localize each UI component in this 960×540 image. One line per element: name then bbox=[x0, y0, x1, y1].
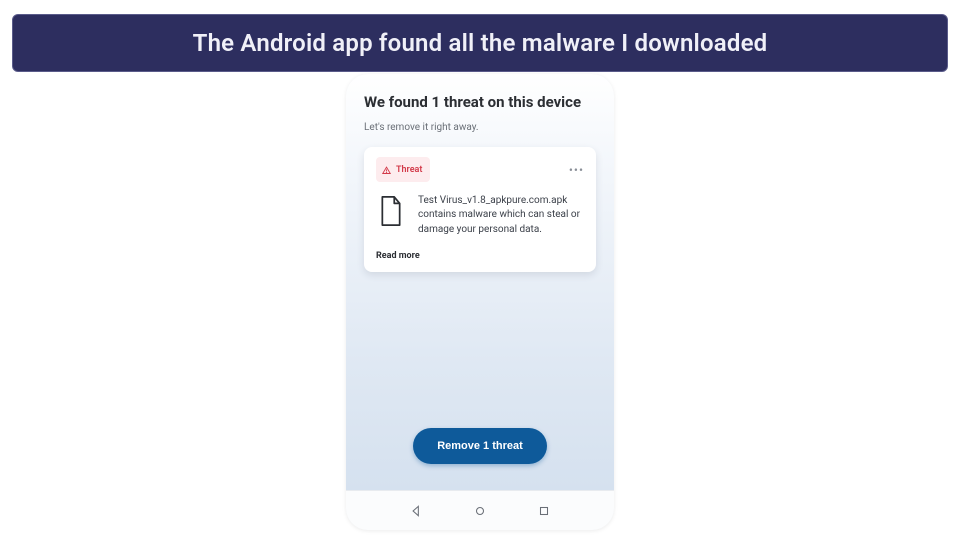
threat-card: Threat ••• Test Virus_v1.8_apkpure.com.a… bbox=[364, 147, 596, 272]
caption-banner: The Android app found all the malware I … bbox=[12, 14, 948, 72]
remove-threat-button[interactable]: Remove 1 threat bbox=[413, 428, 547, 464]
app-screen: We found 1 threat on this device Let's r… bbox=[346, 74, 614, 490]
threat-badge: Threat bbox=[376, 157, 430, 182]
threat-card-body: Test Virus_v1.8_apkpure.com.apk contains… bbox=[376, 194, 584, 237]
threat-description-block: Test Virus_v1.8_apkpure.com.apk contains… bbox=[418, 194, 584, 237]
threat-file-description: contains malware which can steal or dama… bbox=[418, 208, 584, 237]
caption-text: The Android app found all the malware I … bbox=[193, 29, 768, 57]
read-more-link[interactable]: Read more bbox=[376, 251, 420, 261]
threat-file-name: Test Virus_v1.8_apkpure.com.apk bbox=[418, 194, 584, 208]
nav-recent-icon[interactable] bbox=[537, 504, 551, 518]
scan-result-subheading: Let's remove it right away. bbox=[364, 122, 596, 133]
threat-badge-label: Threat bbox=[396, 165, 422, 175]
scan-result-heading: We found 1 threat on this device bbox=[364, 92, 596, 112]
action-button-container: Remove 1 threat bbox=[364, 418, 596, 480]
threat-card-header: Threat ••• bbox=[376, 157, 584, 182]
android-nav-bar bbox=[346, 490, 614, 530]
nav-home-icon[interactable] bbox=[473, 504, 487, 518]
file-icon bbox=[378, 194, 404, 237]
warning-icon bbox=[382, 160, 391, 179]
more-options-icon[interactable]: ••• bbox=[569, 164, 584, 176]
phone-frame: We found 1 threat on this device Let's r… bbox=[346, 74, 614, 530]
nav-back-icon[interactable] bbox=[409, 504, 423, 518]
